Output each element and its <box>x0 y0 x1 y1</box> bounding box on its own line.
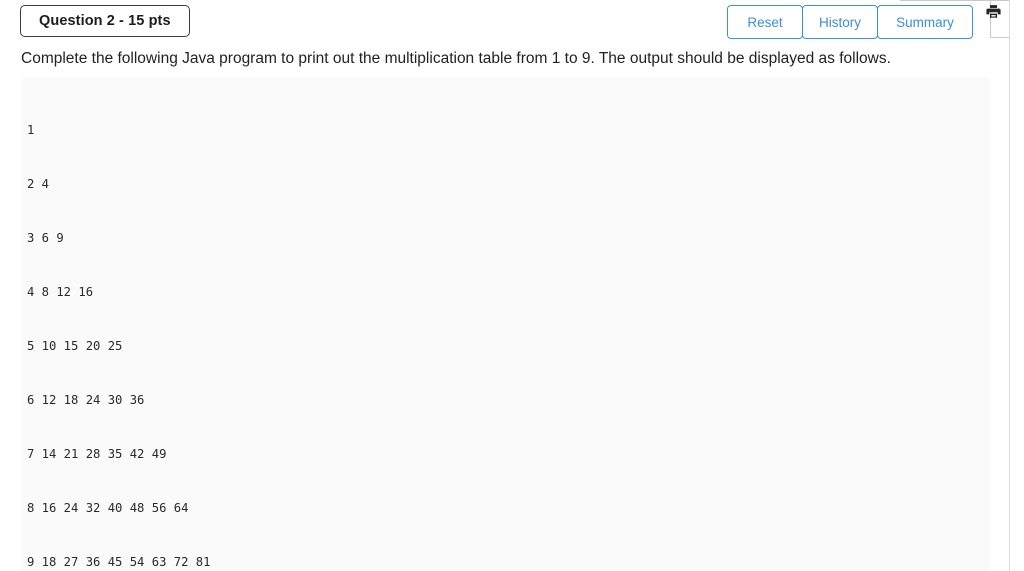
question-description: Complete the following Java program to p… <box>21 50 891 67</box>
code-line: 3 6 9 <box>27 231 64 245</box>
question-page: Question 2 - 15 pts Reset History Summar… <box>0 0 1009 571</box>
code-line: 2 4 <box>27 177 50 191</box>
summary-button[interactable]: Summary <box>877 5 973 39</box>
printer-icon <box>985 3 1002 25</box>
toolbar-button-group: Reset History Summary <box>727 5 973 39</box>
page-scrollbar[interactable] <box>1009 0 1024 571</box>
code-line: 9 18 27 36 45 54 63 72 81 <box>27 555 211 569</box>
toolbar-bottom-divider <box>990 37 1009 38</box>
question-title-button[interactable]: Question 2 - 15 pts <box>20 5 190 37</box>
question-content: Complete the following Java program to p… <box>0 46 1009 571</box>
code-line: 4 8 12 16 <box>27 285 94 299</box>
code-line: 8 16 24 32 40 48 56 64 <box>27 501 189 515</box>
code-line: 1 <box>27 123 35 137</box>
code-line: 7 14 21 28 35 42 49 <box>27 447 167 461</box>
top-toolbar: Question 2 - 15 pts Reset History Summar… <box>0 0 1009 46</box>
reset-button[interactable]: Reset <box>727 5 803 39</box>
example-output-block: 1 2 4 3 6 9 4 8 12 16 5 10 15 20 25 6 12… <box>21 77 990 571</box>
print-button[interactable] <box>981 2 1005 26</box>
history-button[interactable]: History <box>802 5 878 39</box>
question-title-label: Question 2 - 15 pts <box>39 13 171 29</box>
history-button-label: History <box>818 14 861 30</box>
summary-button-label: Summary <box>896 14 954 30</box>
code-line: 5 10 15 20 25 <box>27 339 123 353</box>
toolbar-top-divider <box>900 0 1009 1</box>
code-line: 6 12 18 24 30 36 <box>27 393 145 407</box>
reset-button-label: Reset <box>747 14 783 30</box>
